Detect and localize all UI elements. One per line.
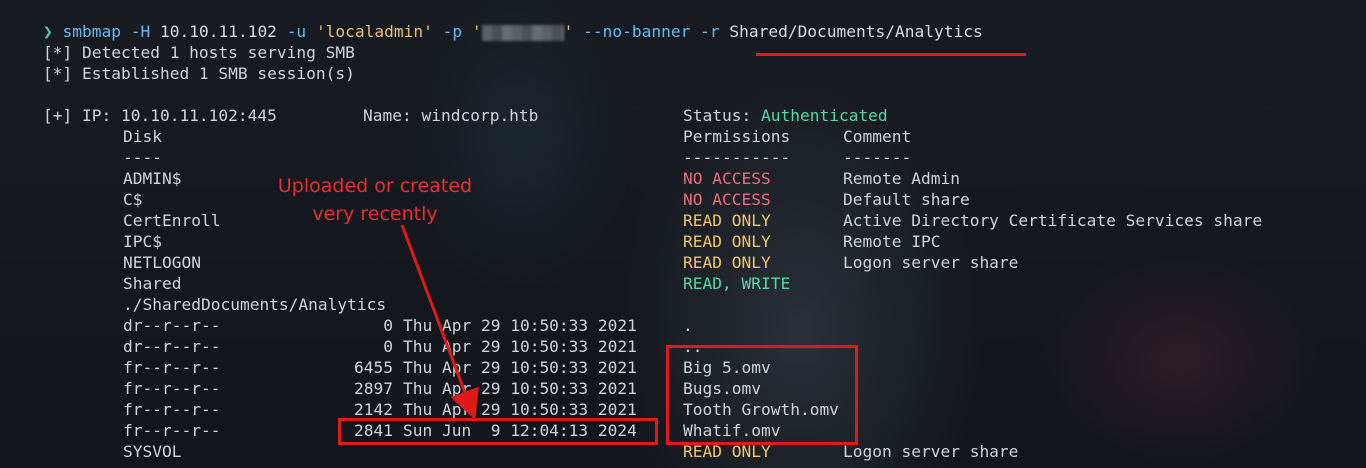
annotation-arrow	[400, 224, 479, 421]
arrow-line	[400, 224, 479, 421]
terminal-window[interactable]: ❯ smbmap -H 10.10.11.102 -u 'localadmin'…	[0, 0, 1366, 468]
